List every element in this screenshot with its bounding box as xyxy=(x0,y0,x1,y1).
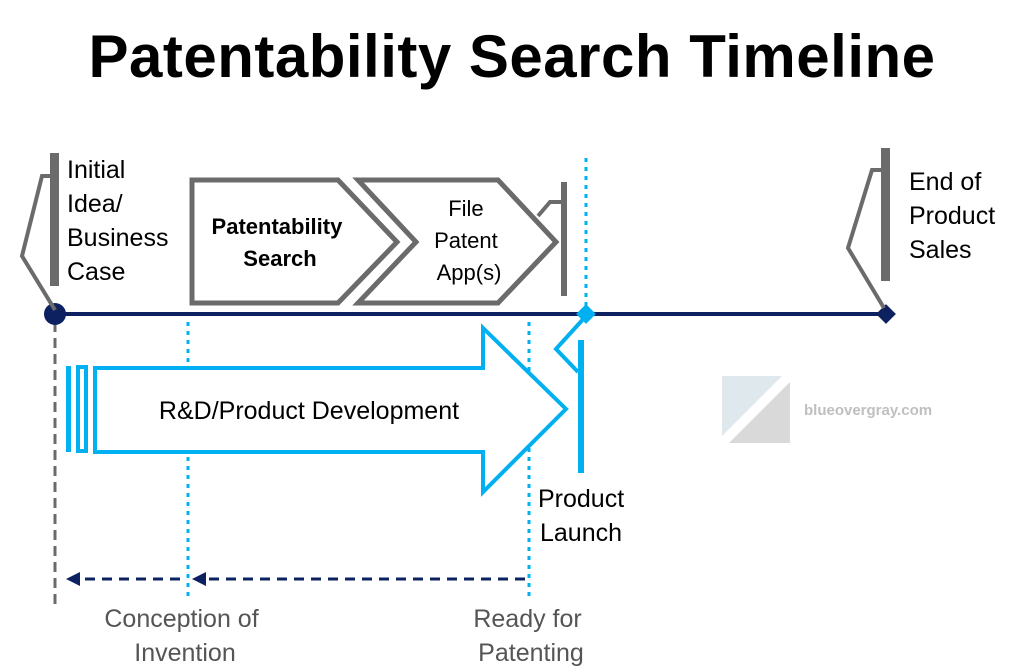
end-sales-leader xyxy=(845,168,886,310)
file-patent-end-leader xyxy=(536,200,561,218)
end-sales-label: End of Product Sales xyxy=(909,168,1002,264)
rnd-stripe-1 xyxy=(66,366,71,452)
ready-label: Ready for Patenting xyxy=(473,605,588,667)
end-marker xyxy=(876,304,896,324)
timeline-diagram: Initial Idea/ Business Case Patentabilit… xyxy=(19,148,1002,667)
rnd-label: R&D/Product Development xyxy=(159,397,459,425)
arrowhead-conception xyxy=(192,572,206,586)
launch-label: Product Launch xyxy=(538,485,631,547)
end-sales-bar xyxy=(881,148,890,281)
initial-idea-label: Initial Idea/ Business Case xyxy=(67,156,175,286)
arrowhead-start xyxy=(66,572,80,586)
initial-idea-bar xyxy=(50,153,59,286)
file-patent-end-bar xyxy=(561,182,567,296)
rnd-stripe-2 xyxy=(76,365,88,453)
conception-label: Conception of Invention xyxy=(104,605,265,667)
watermark-text: blueovergray.com xyxy=(804,402,932,419)
patentability-search-phase xyxy=(189,177,401,306)
launch-bar xyxy=(578,340,584,473)
